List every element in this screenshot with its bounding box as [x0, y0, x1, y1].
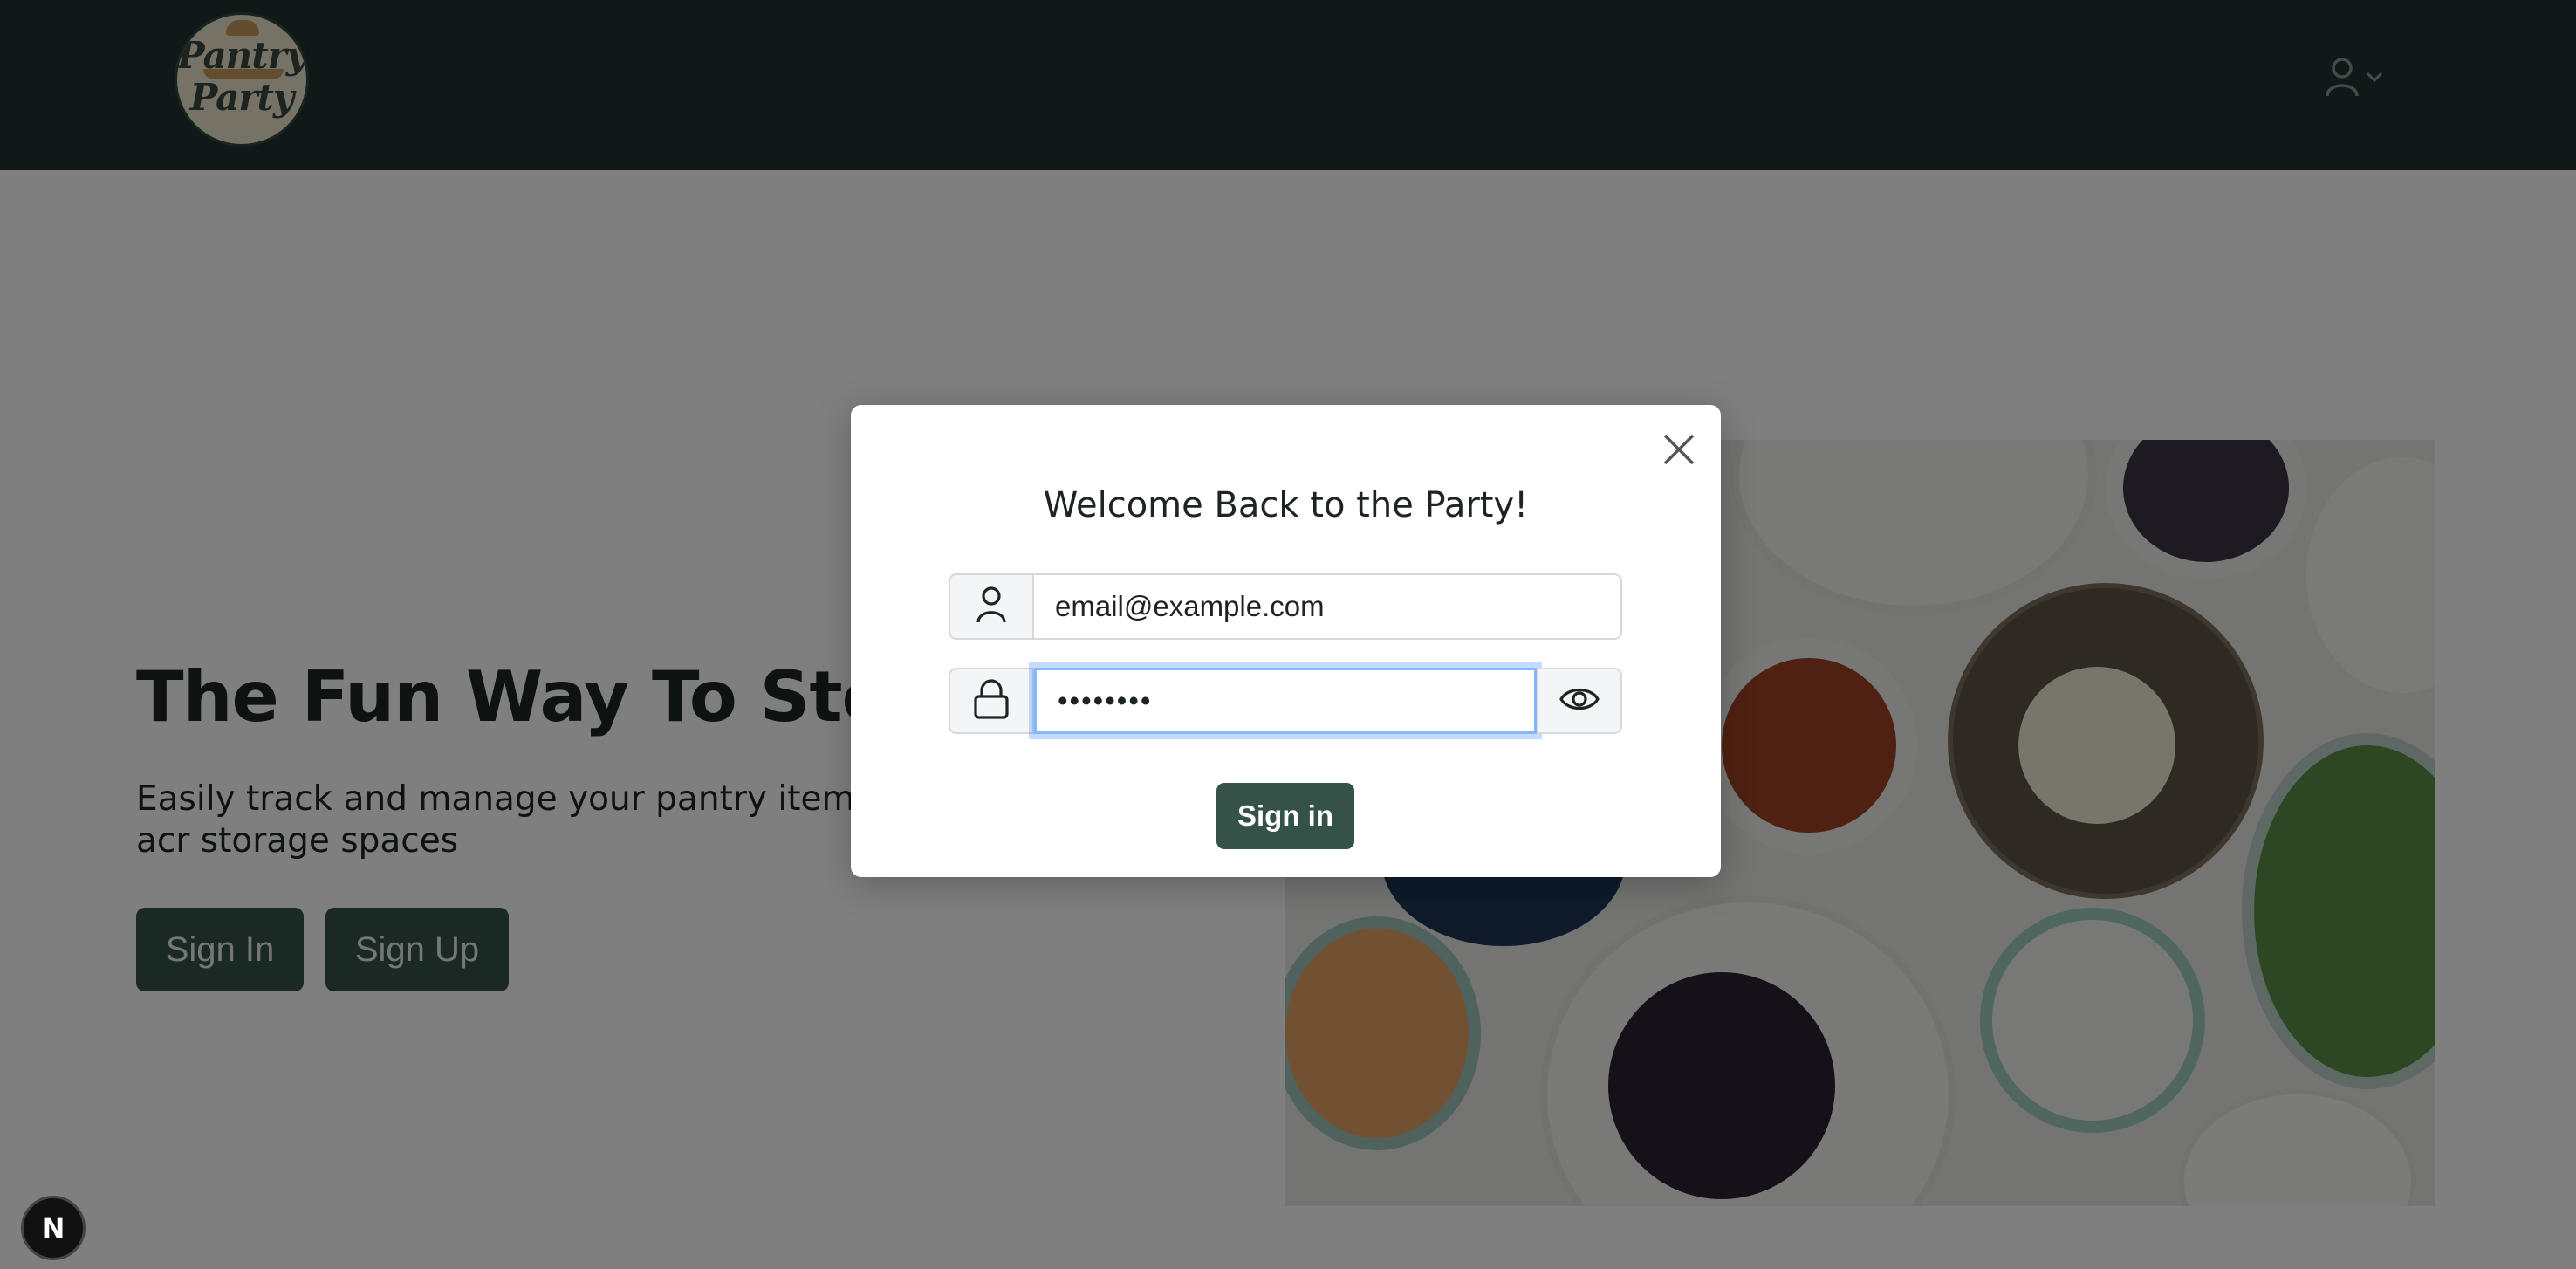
sign-in-submit-button[interactable]: Sign in	[1216, 783, 1354, 849]
nextjs-dev-badge[interactable]: N	[21, 1196, 86, 1260]
password-field[interactable]	[1034, 668, 1537, 734]
modal-title: Welcome Back to the Party!	[1043, 485, 1529, 525]
modal-close-button[interactable]	[1655, 427, 1703, 476]
eye-icon	[1559, 684, 1600, 718]
email-field[interactable]	[1034, 573, 1622, 640]
password-visibility-toggle[interactable]	[1537, 668, 1622, 734]
lock-icon	[973, 678, 1010, 724]
password-addon	[949, 668, 1034, 734]
password-input-group	[949, 668, 1622, 734]
email-addon	[949, 573, 1034, 640]
close-icon	[1662, 433, 1696, 470]
user-icon	[976, 586, 1006, 628]
email-input-group	[949, 573, 1622, 640]
